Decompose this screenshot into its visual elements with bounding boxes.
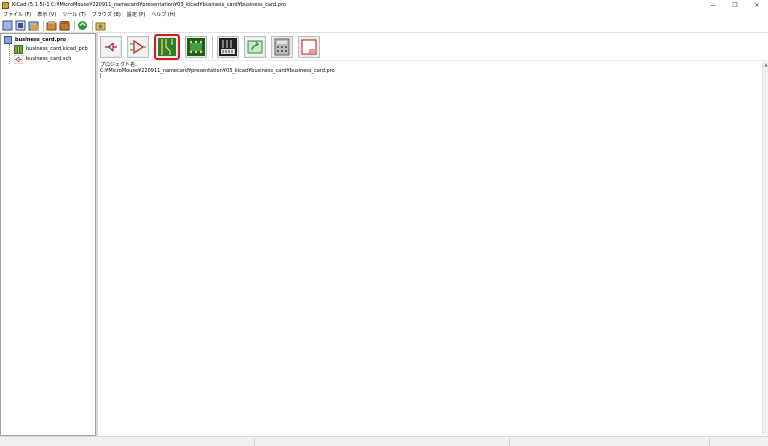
minimize-button[interactable]: — xyxy=(702,0,724,10)
new-from-template-icon[interactable] xyxy=(15,20,26,31)
launcher-toolbar xyxy=(98,33,768,61)
kicad-app-icon xyxy=(2,1,9,9)
pcbnew-icon xyxy=(158,37,176,56)
status-cell xyxy=(255,438,510,446)
modedit-icon xyxy=(187,37,205,56)
launcher-pane: プロジェクト名: C:¥MicroMouse¥220911_namecard¥p… xyxy=(98,33,768,436)
toolbar-separator xyxy=(43,19,44,31)
new-project-icon[interactable] xyxy=(2,20,13,31)
pcb-editor-button[interactable] xyxy=(154,33,180,60)
tree-item-label: business_card.kicad_pcb xyxy=(26,46,88,52)
gerber-viewer-button[interactable] xyxy=(217,35,239,58)
symbol-editor-button[interactable] xyxy=(127,35,149,58)
main-toolbar xyxy=(0,18,768,33)
menu-tools[interactable]: ツール (T) xyxy=(62,11,86,18)
pcb-file-icon xyxy=(14,44,23,54)
tree-root-label: business_card.pro xyxy=(15,37,66,43)
status-bar xyxy=(0,436,768,446)
save-project-icon[interactable] xyxy=(46,20,57,31)
calculator-icon xyxy=(274,38,290,55)
menu-bar: ファイル (F) 表示 (V) ツール (T) ブラウズ (B) 設定 (P) … xyxy=(0,10,768,18)
tree-root-project[interactable]: business_card.pro xyxy=(1,36,95,44)
gerbview-icon xyxy=(219,37,237,56)
open-folder-icon[interactable] xyxy=(95,20,106,31)
refresh-icon[interactable] xyxy=(77,20,88,31)
page-layout-editor-button[interactable] xyxy=(298,35,320,58)
archive-icon[interactable] xyxy=(59,20,70,31)
message-panel: プロジェクト名: C:¥MicroMouse¥220911_namecard¥p… xyxy=(98,62,762,434)
close-button[interactable]: ✕ xyxy=(746,0,768,10)
libedit-icon xyxy=(129,37,147,56)
schematic-editor-button[interactable] xyxy=(100,35,122,58)
bitmap2component-button[interactable] xyxy=(244,35,266,58)
pcb-calculator-button[interactable] xyxy=(271,35,293,58)
status-cell xyxy=(510,438,710,446)
bitmap2component-icon xyxy=(246,37,264,56)
tree-item-label: business_card.sch xyxy=(26,56,72,62)
eeschema-icon xyxy=(102,37,120,56)
open-project-icon[interactable] xyxy=(28,20,39,31)
window-title: KiCad (5.1.5)-1 C:¥MicroMouse¥220911_nam… xyxy=(12,2,286,8)
maximize-button[interactable]: ❐ xyxy=(724,0,746,10)
menu-help[interactable]: ヘルプ (H) xyxy=(151,11,175,18)
tree-connector xyxy=(9,44,10,64)
menu-browse[interactable]: ブラウズ (B) xyxy=(92,11,121,18)
project-icon xyxy=(4,36,12,44)
title-bar: KiCad (5.1.5)-1 C:¥MicroMouse¥220911_nam… xyxy=(0,0,768,10)
launcher-separator xyxy=(212,35,213,58)
tree-item-schematic[interactable]: business_card.sch xyxy=(1,54,95,64)
status-cell xyxy=(0,438,255,446)
scroll-up-icon[interactable]: ▲ xyxy=(763,62,768,68)
toolbar-separator xyxy=(74,19,75,31)
pagelayout-icon xyxy=(301,39,317,54)
schematic-file-icon xyxy=(14,54,23,64)
menu-preferences[interactable]: 設定 (P) xyxy=(127,11,146,18)
menu-file[interactable]: ファイル (F) xyxy=(3,11,31,18)
toolbar-separator xyxy=(92,19,93,31)
message-scrollbar[interactable]: ▲ xyxy=(762,62,768,434)
project-tree: business_card.pro business_card.kicad_pc… xyxy=(0,33,96,436)
window-controls: — ❐ ✕ xyxy=(702,0,768,10)
menu-view[interactable]: 表示 (V) xyxy=(37,11,56,18)
footprint-editor-button[interactable] xyxy=(185,35,207,58)
tree-item-pcb[interactable]: business_card.kicad_pcb xyxy=(1,44,95,54)
text-cursor: | xyxy=(100,73,102,79)
